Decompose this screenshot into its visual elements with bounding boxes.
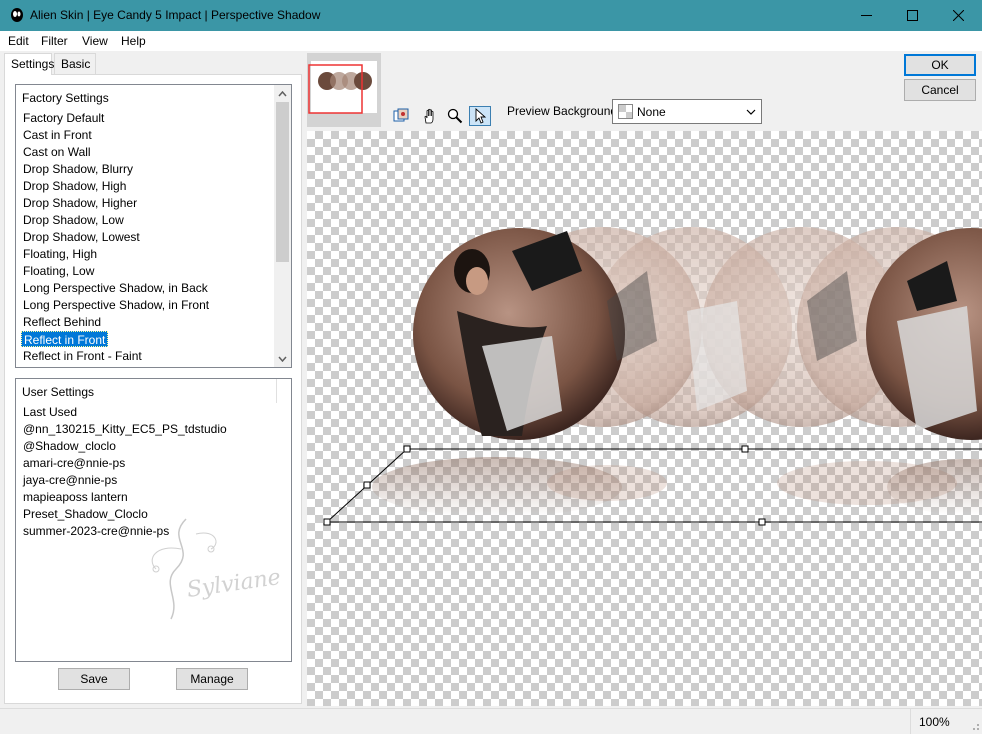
list-item[interactable]: amari-cre@nnie-ps xyxy=(21,455,127,471)
scroll-thumb[interactable] xyxy=(276,102,289,262)
figure-face xyxy=(466,267,488,295)
close-button[interactable] xyxy=(935,0,981,31)
minimize-button[interactable] xyxy=(843,0,889,31)
ok-button[interactable]: OK xyxy=(904,54,976,76)
tab-settings[interactable]: Settings xyxy=(4,53,54,75)
title-bar: Alien Skin | Eye Candy 5 Impact | Perspe… xyxy=(0,0,982,31)
list-item[interactable]: mapieaposs lantern xyxy=(21,489,130,505)
control-handle[interactable] xyxy=(363,481,371,489)
window-title: Alien Skin | Eye Candy 5 Impact | Perspe… xyxy=(30,8,321,22)
maximize-icon xyxy=(906,10,918,21)
list-item[interactable]: @Shadow_cloclo xyxy=(21,438,118,454)
preview-background-label: Preview Background: xyxy=(507,104,621,118)
reflection-mid xyxy=(547,465,667,501)
header-divider xyxy=(276,379,277,403)
scroll-down-arrow[interactable] xyxy=(274,350,291,367)
list-item[interactable]: Floating, Low xyxy=(21,263,96,279)
factory-settings-scrollbar[interactable] xyxy=(274,85,291,367)
alien-skin-app-icon xyxy=(11,8,23,22)
list-item[interactable]: Long Perspective Shadow, in Front xyxy=(21,297,211,313)
list-item-selected[interactable]: Reflect in Front xyxy=(21,331,109,347)
save-button[interactable]: Save xyxy=(58,668,130,690)
list-item[interactable]: @nn_130215_Kitty_EC5_PS_tdstudio xyxy=(21,421,229,437)
navigator-thumbnail[interactable] xyxy=(307,53,381,127)
control-handle[interactable] xyxy=(741,445,749,453)
maximize-button[interactable] xyxy=(889,0,935,31)
preview-image xyxy=(323,227,982,526)
factory-settings-list[interactable]: Factory Settings Factory Default Cast in… xyxy=(15,84,292,368)
menu-help[interactable]: Help xyxy=(121,34,146,48)
menu-edit[interactable]: Edit xyxy=(8,34,29,48)
chevron-down-icon xyxy=(746,109,756,115)
list-item[interactable]: Drop Shadow, Blurry xyxy=(21,161,135,177)
list-item[interactable]: Drop Shadow, Higher xyxy=(21,195,139,211)
list-item[interactable]: Cast on Wall xyxy=(21,144,93,160)
list-item[interactable]: Long Perspective Shadow, in Back xyxy=(21,280,210,296)
none-swatch-icon xyxy=(618,104,633,119)
chevron-down-icon xyxy=(278,356,287,362)
scroll-up-arrow[interactable] xyxy=(274,85,291,102)
menu-view[interactable]: View xyxy=(82,34,108,48)
control-handle[interactable] xyxy=(758,518,766,526)
manage-button[interactable]: Manage xyxy=(176,668,248,690)
list-item[interactable]: Reflect Behind xyxy=(21,314,103,330)
zoom-tool-button[interactable] xyxy=(444,106,466,126)
sylviane-watermark: Sylviane xyxy=(151,518,282,620)
list-item[interactable]: Reflect in Front - Faint xyxy=(21,348,144,364)
select-tool-button[interactable] xyxy=(469,106,491,126)
preview-canvas[interactable] xyxy=(307,131,982,706)
preview-toggle-button[interactable] xyxy=(390,106,412,126)
list-item[interactable]: Drop Shadow, Lowest xyxy=(21,229,142,245)
hand-pan-icon xyxy=(424,108,434,124)
chevron-up-icon xyxy=(278,90,287,96)
resize-grip-icon[interactable] xyxy=(970,721,980,731)
tab-basic[interactable]: Basic xyxy=(54,53,96,74)
list-item[interactable]: Floating, High xyxy=(21,246,99,262)
minimize-icon xyxy=(860,15,872,16)
zoom-magnifier-icon xyxy=(447,108,463,124)
list-item[interactable]: Cast in Front xyxy=(21,127,94,143)
factory-settings-header: Factory Settings xyxy=(22,91,109,105)
menu-bar: Edit Filter View Help xyxy=(0,31,982,51)
hand-tool-button[interactable] xyxy=(419,106,441,126)
user-settings-header: User Settings xyxy=(22,385,95,399)
preview-background-select[interactable]: None xyxy=(612,99,762,124)
list-item[interactable]: Last Used xyxy=(21,404,79,420)
cancel-button[interactable]: Cancel xyxy=(904,79,976,101)
list-item[interactable]: Drop Shadow, Low xyxy=(21,212,126,228)
control-handle[interactable] xyxy=(323,518,331,526)
faint-figure xyxy=(687,301,747,411)
preview-background-value: None xyxy=(637,105,666,119)
control-handle[interactable] xyxy=(403,445,411,453)
list-item[interactable]: Factory Default xyxy=(21,110,106,126)
list-item[interactable]: jaya-cre@nnie-ps xyxy=(21,472,119,488)
navigator-preview-image xyxy=(307,53,381,127)
close-icon xyxy=(952,10,964,21)
arrow-select-icon xyxy=(475,108,487,124)
user-settings-list[interactable]: User Settings Last Used @nn_130215_Kitty… xyxy=(15,378,292,662)
menu-filter[interactable]: Filter xyxy=(41,34,68,48)
status-bar: 100% xyxy=(0,708,982,734)
svg-text:Sylviane: Sylviane xyxy=(185,565,282,603)
preview-toggle-icon xyxy=(393,108,409,122)
list-item[interactable]: Drop Shadow, High xyxy=(21,178,128,194)
